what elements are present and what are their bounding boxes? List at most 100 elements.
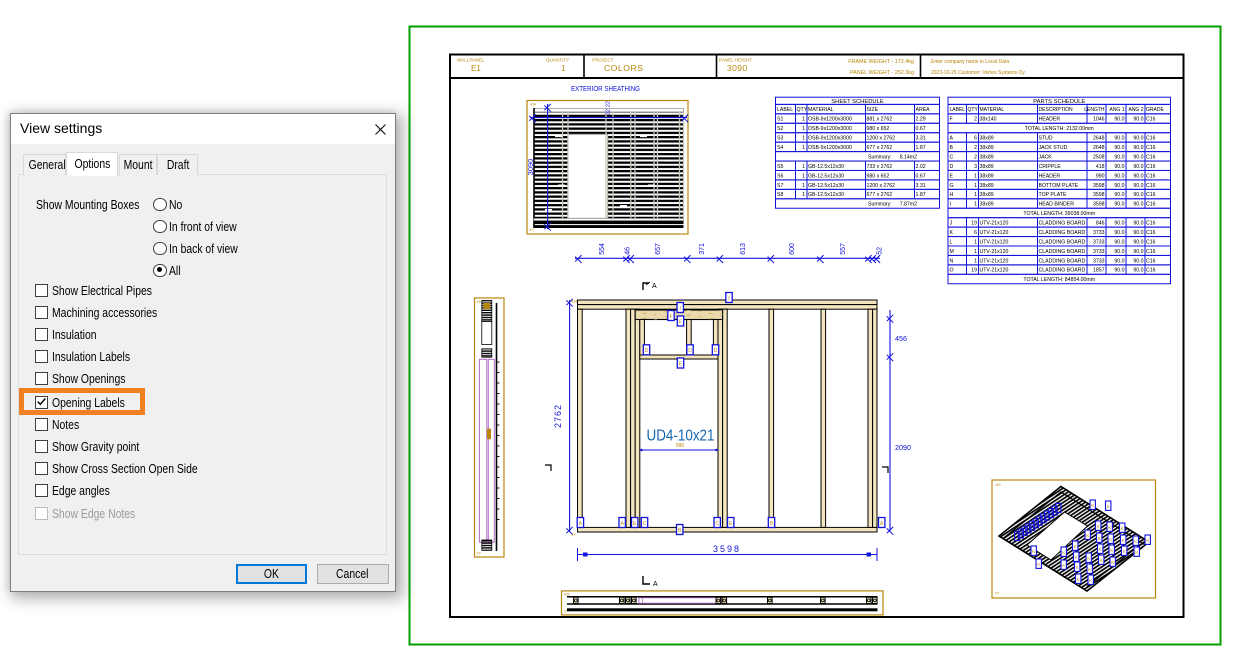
- svg-text:C16: C16: [1146, 136, 1156, 142]
- svg-text:434: 434: [571, 300, 577, 304]
- svg-text:LABEL: LABEL: [777, 107, 793, 113]
- svg-text:UTV-21x120: UTV-21x120: [980, 249, 1009, 255]
- svg-text:CLADDING BOARD: CLADDING BOARD: [1039, 268, 1086, 274]
- svg-text:L: L: [950, 239, 953, 245]
- svg-text:613: 613: [740, 243, 747, 255]
- svg-text:1.87: 1.87: [916, 192, 926, 198]
- svg-text:COLORS: COLORS: [604, 63, 644, 73]
- svg-text:CLADDING BOARD: CLADDING BOARD: [1039, 239, 1086, 245]
- svg-text:S3: S3: [777, 136, 783, 142]
- svg-text:S2: S2: [777, 126, 783, 132]
- svg-text:C16: C16: [1146, 192, 1156, 198]
- svg-text:90.0: 90.0: [1114, 221, 1124, 227]
- svg-text:1200 x 2762: 1200 x 2762: [867, 136, 896, 142]
- svg-text:C: C: [715, 521, 719, 527]
- svg-text:2648: 2648: [1093, 145, 1105, 151]
- svg-text:OSB-9x1200x3000: OSB-9x1200x3000: [808, 126, 852, 132]
- svg-text:F: F: [679, 319, 682, 325]
- svg-text:M: M: [950, 249, 954, 255]
- svg-text:K: K: [1100, 558, 1103, 563]
- svg-text:K: K: [1098, 536, 1101, 541]
- svg-text:38x89: 38x89: [980, 164, 994, 170]
- svg-text:554: 554: [599, 243, 606, 255]
- svg-text:PANEL WEIGHT - 252.3kg: PANEL WEIGHT - 252.3kg: [850, 70, 914, 76]
- svg-text:3598: 3598: [713, 544, 741, 554]
- svg-text:K: K: [1121, 526, 1124, 531]
- svg-text:S1: S1: [777, 117, 783, 123]
- svg-text:90.0: 90.0: [1133, 230, 1143, 236]
- svg-text:90.0: 90.0: [1114, 258, 1124, 264]
- svg-text:S7: S7: [777, 183, 783, 189]
- svg-text:3090: 3090: [526, 159, 535, 176]
- svg-text:S4: S4: [777, 145, 783, 151]
- svg-text:C16: C16: [1146, 145, 1156, 151]
- svg-text:BOTTOM PLATE: BOTTOM PLATE: [1039, 183, 1079, 189]
- svg-text:1: 1: [802, 173, 805, 179]
- svg-text:C16: C16: [1146, 258, 1156, 264]
- svg-text:C16: C16: [1146, 173, 1156, 179]
- svg-text:XY: XY: [995, 592, 1000, 596]
- svg-text:1: 1: [974, 173, 977, 179]
- svg-text:90.0: 90.0: [1114, 249, 1124, 255]
- svg-text:CRIPPLE: CRIPPLE: [1039, 164, 1062, 170]
- svg-text:980 x 652: 980 x 652: [867, 126, 890, 132]
- svg-text:90.0: 90.0: [1114, 145, 1124, 151]
- svg-text:K: K: [1134, 539, 1137, 544]
- svg-text:K: K: [1135, 550, 1138, 555]
- svg-text:C16: C16: [1146, 183, 1156, 189]
- svg-text:PROJECT: PROJECT: [592, 58, 614, 63]
- svg-text:LENGTH: LENGTH: [1084, 107, 1105, 113]
- svg-text:K: K: [1077, 577, 1080, 582]
- svg-text:H: H: [950, 192, 954, 198]
- svg-text:XY: XY: [571, 533, 577, 537]
- svg-text:C: C: [643, 521, 647, 527]
- svg-text:C16: C16: [1146, 154, 1156, 160]
- svg-text:46: 46: [625, 247, 632, 255]
- svg-text:N: N: [950, 258, 954, 264]
- svg-text:600: 600: [789, 243, 796, 255]
- svg-text:D: D: [645, 348, 649, 354]
- svg-text:UTV-21x120: UTV-21x120: [980, 230, 1009, 236]
- svg-text:MATERIAL: MATERIAL: [808, 107, 834, 113]
- svg-text:D: D: [950, 164, 954, 170]
- svg-text:I: I: [728, 296, 729, 302]
- svg-text:2762: 2762: [553, 404, 563, 428]
- svg-text:ANG 1: ANG 1: [1109, 107, 1124, 113]
- svg-text:GB-12.5x12x30: GB-12.5x12x30: [808, 173, 844, 179]
- svg-text:S6: S6: [777, 173, 783, 179]
- svg-text:EXTERIOR SHEATHING: EXTERIOR SHEATHING: [571, 84, 640, 93]
- svg-text:19: 19: [971, 268, 977, 274]
- svg-text:3598: 3598: [1093, 202, 1105, 208]
- svg-text:1: 1: [802, 117, 805, 123]
- svg-text:K: K: [1075, 555, 1078, 560]
- svg-text:1: 1: [974, 202, 977, 208]
- svg-text:1: 1: [802, 145, 805, 151]
- svg-text:K: K: [1089, 578, 1092, 583]
- svg-text:K: K: [1109, 537, 1112, 542]
- svg-text:1: 1: [561, 64, 566, 73]
- svg-text:O: O: [950, 268, 954, 274]
- svg-text:90.0: 90.0: [1133, 183, 1143, 189]
- svg-text:K: K: [950, 230, 954, 236]
- svg-text:38x140: 38x140: [980, 117, 997, 123]
- svg-text:Summary:: Summary:: [868, 154, 892, 160]
- svg-text:J: J: [950, 221, 953, 227]
- svg-text:UD4-10x21: UD4-10x21: [647, 428, 715, 445]
- svg-text:AREA: AREA: [916, 107, 931, 113]
- svg-text:90.0: 90.0: [1133, 154, 1143, 160]
- svg-text:C: C: [950, 154, 954, 160]
- svg-text:657: 657: [655, 243, 662, 255]
- svg-text:C16: C16: [1146, 221, 1156, 227]
- svg-text:D: D: [688, 348, 692, 354]
- svg-text:TOTAL LENGTH: 84854.00mm: TOTAL LENGTH: 84854.00mm: [1023, 277, 1095, 283]
- svg-text:22: 22: [606, 109, 612, 115]
- svg-text:K: K: [1032, 549, 1035, 554]
- svg-text:TOP PLATE: TOP PLATE: [1039, 192, 1068, 198]
- svg-text:CLADDING BOARD: CLADDING BOARD: [1039, 249, 1086, 255]
- svg-text:2648: 2648: [1093, 136, 1105, 142]
- svg-text:XY: XY: [477, 552, 482, 556]
- svg-text:90.0: 90.0: [1114, 239, 1124, 245]
- svg-text:90.0: 90.0: [1133, 239, 1143, 245]
- svg-text:G: G: [950, 183, 954, 189]
- svg-text:90.0: 90.0: [1114, 117, 1124, 123]
